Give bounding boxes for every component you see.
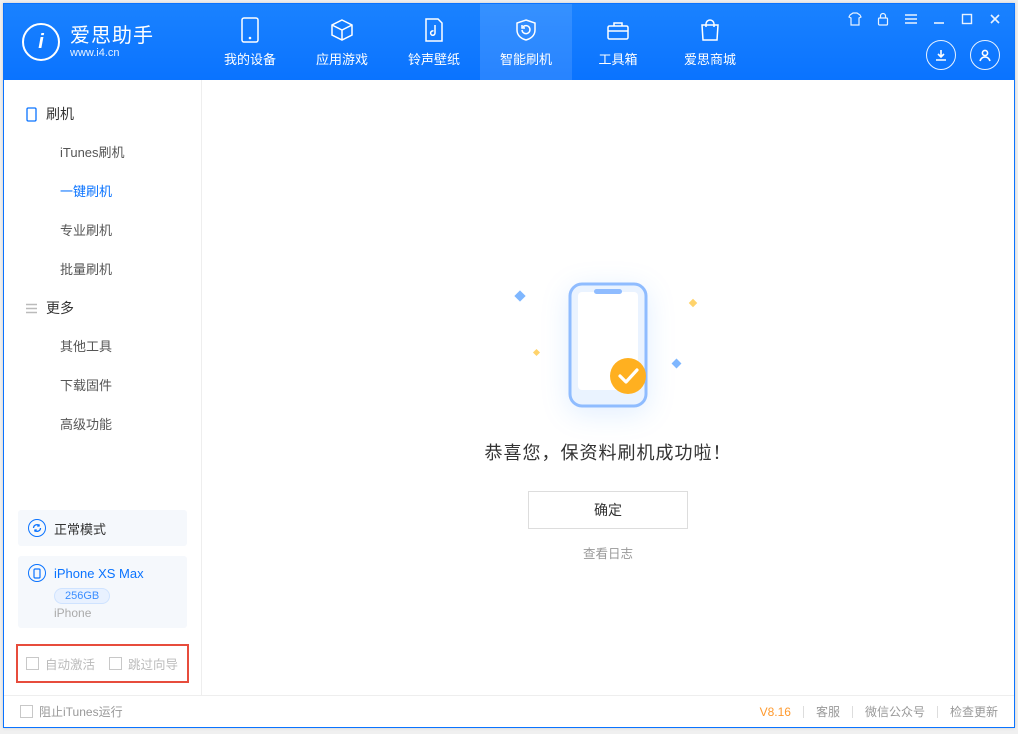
device-card[interactable]: iPhone XS Max 256GB iPhone xyxy=(18,556,187,628)
main-panel: 恭喜您，保资料刷机成功啦！ 确定 查看日志 xyxy=(202,80,1014,695)
nav-tabs: 我的设备 应用游戏 铃声壁纸 智能刷机 工具箱 爱思商城 xyxy=(204,4,756,80)
sidebar-group-flash: 刷机 xyxy=(4,94,201,132)
checkbox-skip-guide[interactable]: 跳过向导 xyxy=(109,654,178,673)
body: 刷机 iTunes刷机 一键刷机 专业刷机 批量刷机 更多 其他工具 下载固件 … xyxy=(4,80,1014,695)
sparkle-icon xyxy=(689,299,697,307)
device-storage-badge: 256GB xyxy=(54,588,110,604)
checkbox-icon xyxy=(109,657,122,670)
checkbox-icon xyxy=(20,705,33,718)
shopping-bag-icon xyxy=(697,17,723,43)
sidebar-item-itunes-flash[interactable]: iTunes刷机 xyxy=(4,132,201,171)
app-window: i 爱思助手 www.i4.cn 我的设备 应用游戏 铃声壁纸 智能刷机 xyxy=(3,3,1015,728)
device-type: iPhone xyxy=(54,606,177,620)
checkbox-auto-activate[interactable]: 自动激活 xyxy=(26,654,95,673)
sparkle-icon xyxy=(514,290,525,301)
cube-icon xyxy=(329,17,355,43)
top-bar: i 爱思助手 www.i4.cn 我的设备 应用游戏 铃声壁纸 智能刷机 xyxy=(4,4,1014,80)
sidebar: 刷机 iTunes刷机 一键刷机 专业刷机 批量刷机 更多 其他工具 下载固件 … xyxy=(4,80,202,695)
success-message: 恭喜您，保资料刷机成功啦！ xyxy=(485,439,732,465)
sparkle-icon xyxy=(672,359,682,369)
menu-icon[interactable] xyxy=(902,10,920,28)
close-button[interactable] xyxy=(986,10,1004,28)
device-name: iPhone XS Max xyxy=(54,566,144,581)
maximize-button[interactable] xyxy=(958,10,976,28)
music-file-icon xyxy=(421,17,447,43)
nav-ringtones-wallpapers[interactable]: 铃声壁纸 xyxy=(388,4,480,80)
sidebar-item-pro-flash[interactable]: 专业刷机 xyxy=(4,210,201,249)
sidebar-item-download-firmware[interactable]: 下载固件 xyxy=(4,365,201,404)
checkbox-block-itunes[interactable]: 阻止iTunes运行 xyxy=(20,703,123,720)
footer-link-wechat[interactable]: 微信公众号 xyxy=(865,703,925,720)
sidebar-item-other-tools[interactable]: 其他工具 xyxy=(4,326,201,365)
refresh-shield-icon xyxy=(513,17,539,43)
brand-block: i 爱思助手 www.i4.cn xyxy=(4,4,204,80)
ok-button[interactable]: 确定 xyxy=(528,491,688,529)
success-illustration xyxy=(564,280,652,413)
brand-text: 爱思助手 www.i4.cn xyxy=(70,25,154,59)
nav-store[interactable]: 爱思商城 xyxy=(664,4,756,80)
highlighted-options-box: 自动激活 跳过向导 xyxy=(16,644,189,683)
checkbox-icon xyxy=(26,657,39,670)
app-subtitle: www.i4.cn xyxy=(70,47,154,59)
topbar-actions xyxy=(926,40,1000,70)
sidebar-group-more: 更多 xyxy=(4,288,201,326)
device-icon xyxy=(28,564,46,582)
sidebar-item-oneclick-flash[interactable]: 一键刷机 xyxy=(4,171,201,210)
tshirt-icon[interactable] xyxy=(846,10,864,28)
app-logo-icon: i xyxy=(22,23,60,61)
device-mode-badge[interactable]: 正常模式 xyxy=(18,510,187,546)
phone-icon xyxy=(237,17,263,43)
sidebar-item-advanced[interactable]: 高级功能 xyxy=(4,404,201,443)
lock-icon[interactable] xyxy=(874,10,892,28)
sidebar-item-batch-flash[interactable]: 批量刷机 xyxy=(4,249,201,288)
list-icon xyxy=(24,303,38,314)
minimize-button[interactable] xyxy=(930,10,948,28)
window-controls xyxy=(846,10,1004,28)
phone-illustration-icon xyxy=(564,280,652,410)
nav-smart-flash[interactable]: 智能刷机 xyxy=(480,4,572,80)
account-button[interactable] xyxy=(970,40,1000,70)
view-log-link[interactable]: 查看日志 xyxy=(583,543,633,562)
nav-apps-games[interactable]: 应用游戏 xyxy=(296,4,388,80)
nav-toolbox[interactable]: 工具箱 xyxy=(572,4,664,80)
sync-icon xyxy=(28,519,46,537)
device-small-icon xyxy=(24,107,38,122)
toolbox-icon xyxy=(605,17,631,43)
footer-right: V8.16 客服 微信公众号 检查更新 xyxy=(760,703,998,720)
sparkle-icon xyxy=(533,349,540,356)
app-title: 爱思助手 xyxy=(70,25,154,47)
downloads-button[interactable] xyxy=(926,40,956,70)
version-label: V8.16 xyxy=(760,705,791,719)
footer-link-update[interactable]: 检查更新 xyxy=(950,703,998,720)
footer-bar: 阻止iTunes运行 V8.16 客服 微信公众号 检查更新 xyxy=(4,695,1014,727)
footer-link-support[interactable]: 客服 xyxy=(816,703,840,720)
nav-my-device[interactable]: 我的设备 xyxy=(204,4,296,80)
